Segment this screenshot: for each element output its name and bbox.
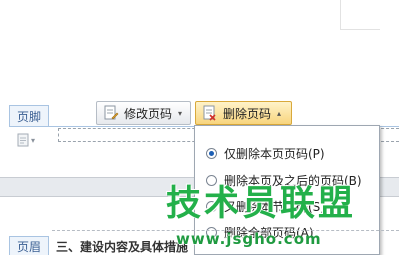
page-number-icon[interactable]: ▾ xyxy=(17,132,43,148)
delete-page-number-button[interactable]: 删除页码 ▴ xyxy=(195,101,292,125)
modify-page-number-button[interactable]: 修改页码 ▾ xyxy=(96,101,191,125)
delete-page-number-label: 删除页码 xyxy=(223,106,272,121)
menu-item-delete-this-page[interactable]: 仅删除本页页码(P) xyxy=(195,143,381,163)
modify-page-number-label: 修改页码 xyxy=(124,106,173,121)
menu-item-delete-all[interactable]: 删除全部页码(A) xyxy=(195,222,381,242)
menu-item-label: 删除本页及之后的页码(B) xyxy=(224,173,362,188)
menu-item-label: 删除全部页码(A) xyxy=(224,225,314,240)
radio-icon[interactable] xyxy=(206,174,217,186)
menu-item-label: 又删除本节页码(S) xyxy=(224,199,325,214)
chevron-down-icon: ▾ xyxy=(178,108,183,118)
delete-page-number-menu: 仅删除本页页码(P) 删除本页及之后的页码(B) 又删除本节页码(S) 删除全部… xyxy=(194,125,380,255)
menu-item-delete-this-and-after[interactable]: 删除本页及之后的页码(B) xyxy=(195,170,381,190)
footer-tab-label: 页脚 xyxy=(16,109,41,124)
delete-page-number-icon xyxy=(203,105,216,121)
radio-selected-icon[interactable] xyxy=(206,147,217,159)
header-tab-label: 页眉 xyxy=(16,239,41,254)
page-number-glyph xyxy=(17,133,29,147)
chevron-down-icon: ▾ xyxy=(31,135,36,145)
chevron-up-icon: ▴ xyxy=(277,108,282,118)
menu-item-delete-section[interactable]: 又删除本节页码(S) xyxy=(195,196,381,216)
header-area[interactable] xyxy=(52,230,399,231)
radio-icon[interactable] xyxy=(206,226,217,238)
radio-icon[interactable] xyxy=(206,200,217,212)
header-text: 三、建设内容及具体措施 xyxy=(56,240,189,254)
menu-item-label: 仅删除本页页码(P) xyxy=(224,146,325,161)
header-tab[interactable]: 页眉 xyxy=(9,236,49,255)
page-corner-marks xyxy=(340,0,380,30)
edit-page-number-icon xyxy=(104,105,119,120)
footer-tab[interactable]: 页脚 xyxy=(9,105,49,126)
